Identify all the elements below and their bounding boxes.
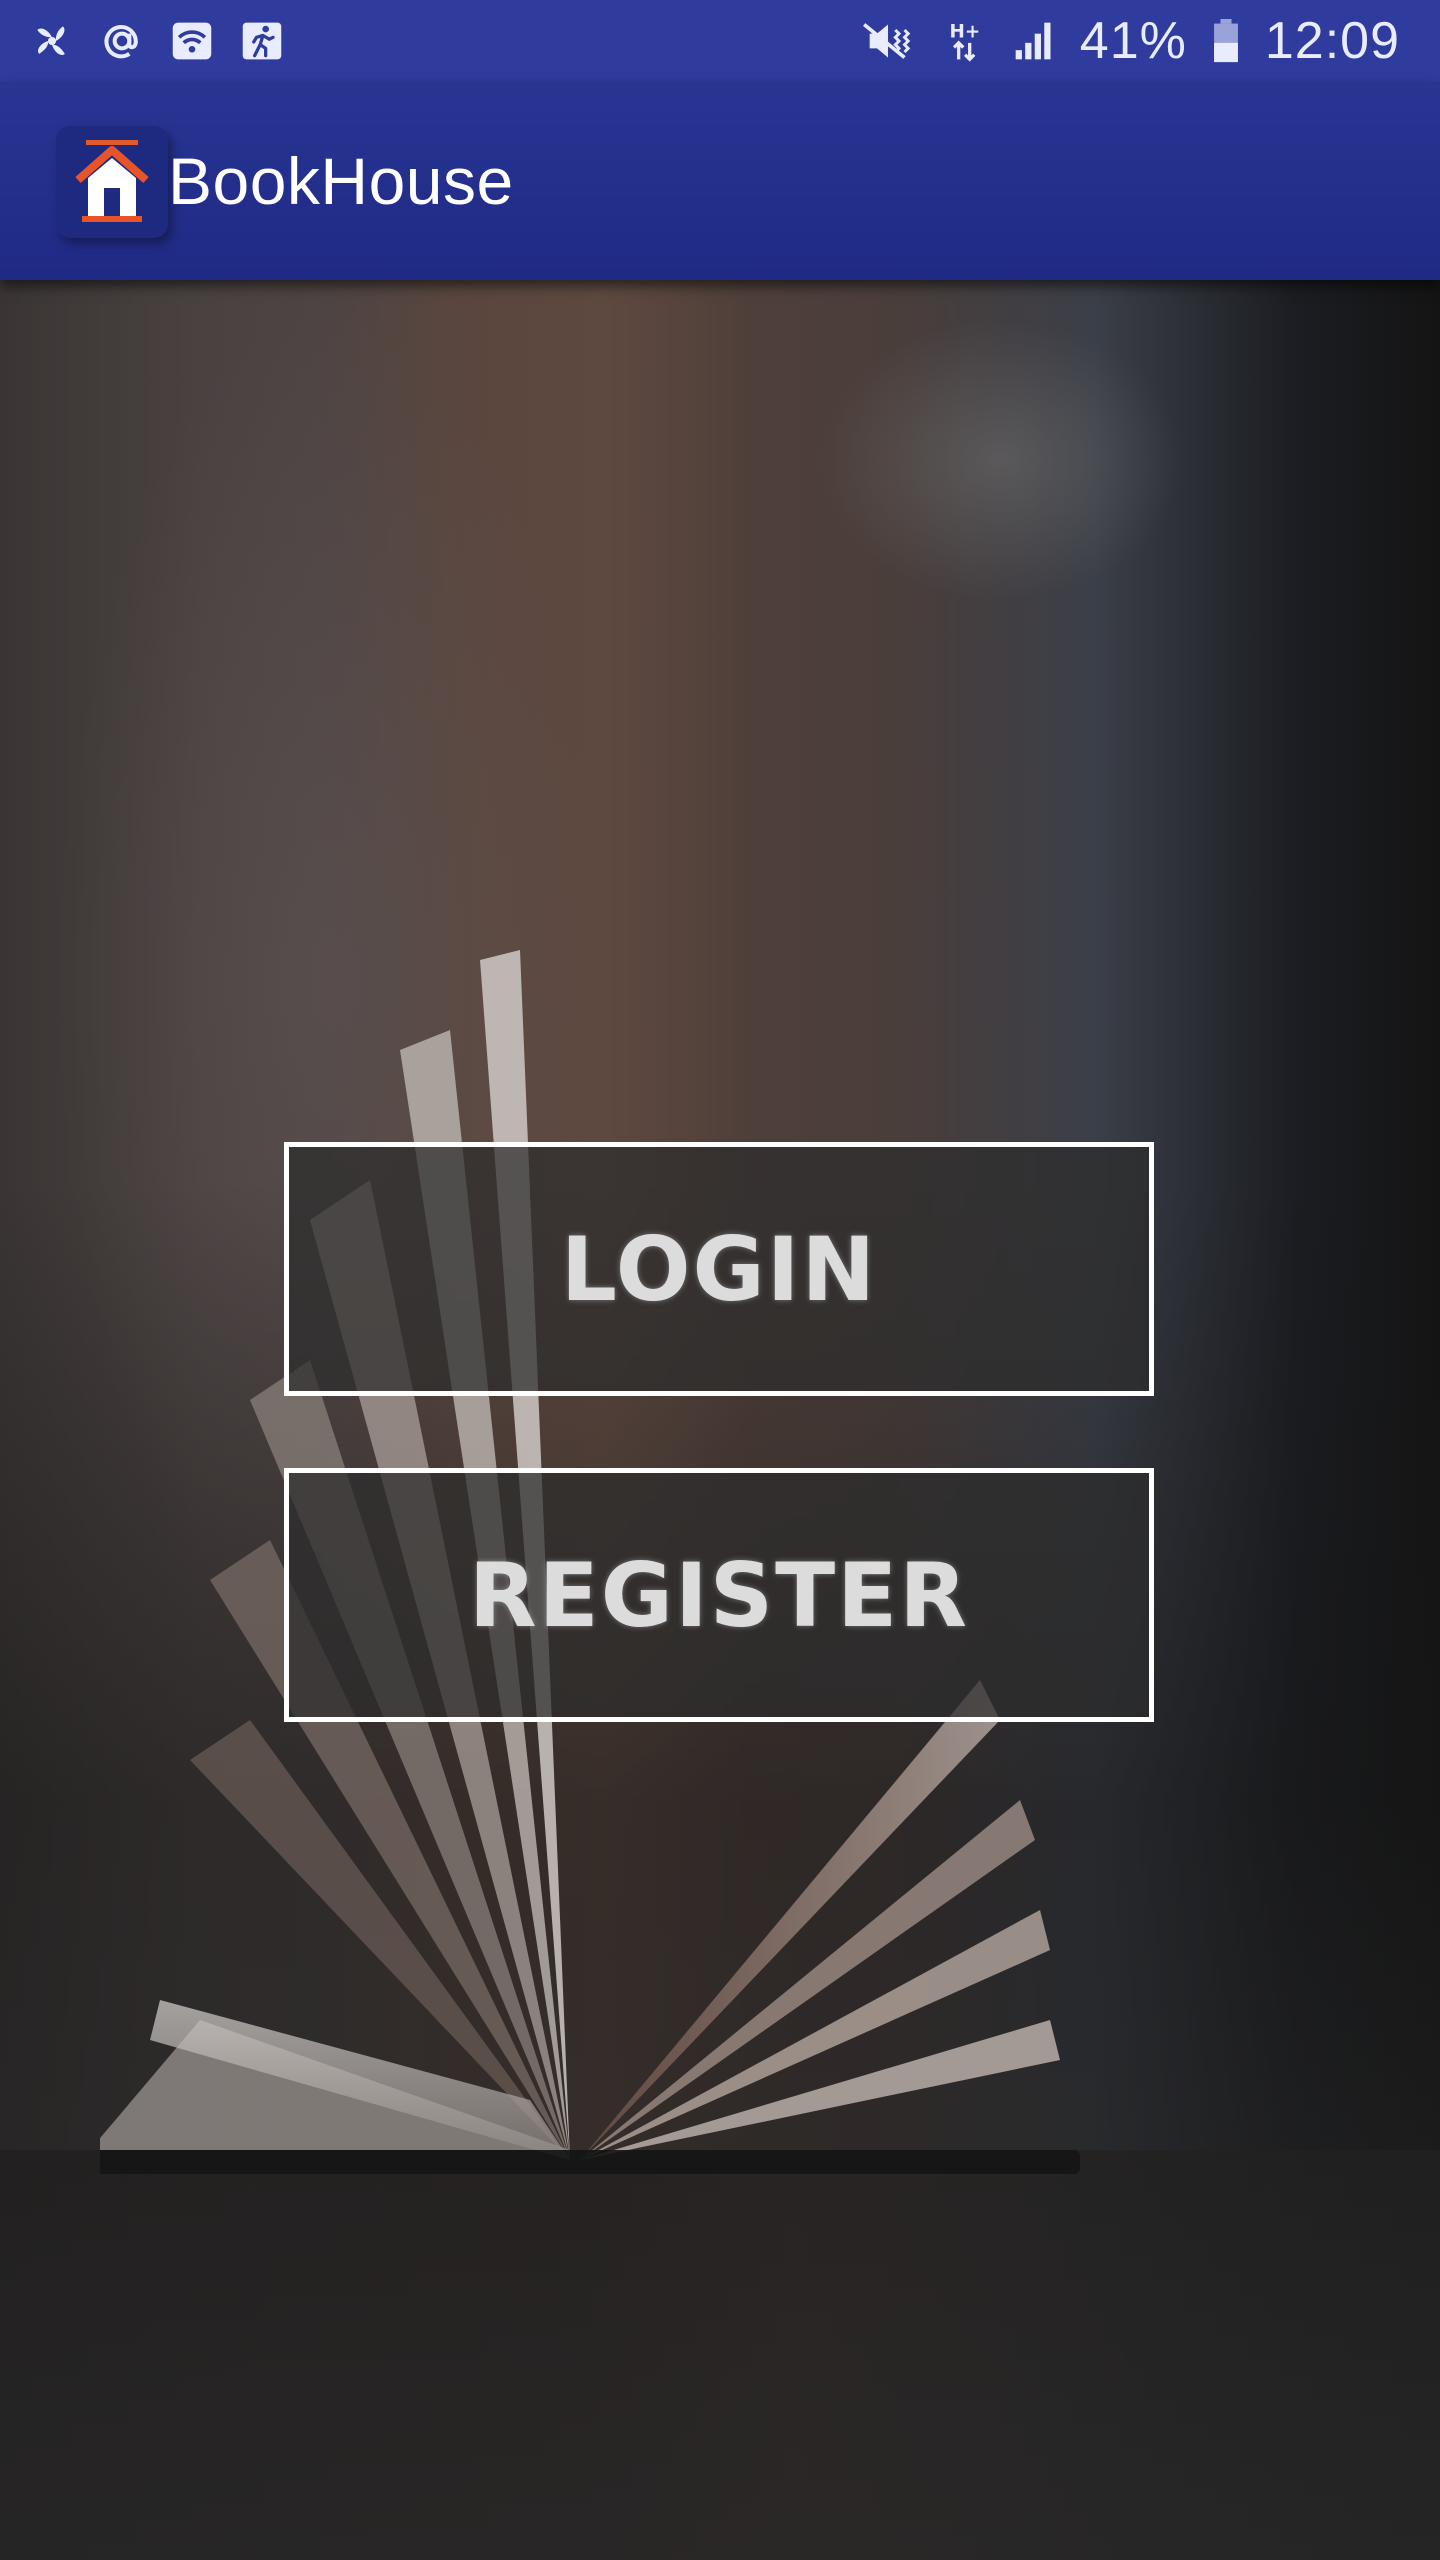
signal-icon: [1012, 19, 1056, 63]
at-sign-icon: [100, 19, 144, 63]
register-button-label: REGISTER: [468, 1543, 970, 1647]
battery-icon: [1211, 19, 1241, 63]
login-button[interactable]: LOGIN: [284, 1142, 1154, 1396]
background-book-photo: [0, 280, 1440, 2560]
fan-icon: [30, 19, 74, 63]
run-icon: [240, 19, 284, 63]
register-button[interactable]: REGISTER: [284, 1468, 1154, 1722]
app-bar: BookHouse: [0, 82, 1440, 280]
status-bar: H+ 41% 12:09: [0, 0, 1440, 82]
screen: H+ 41% 12:09 BookHouse LOGIN REGISTER: [0, 0, 1440, 2560]
wifi-box-icon: [170, 19, 214, 63]
clock: 12:09: [1264, 12, 1400, 70]
login-button-label: LOGIN: [560, 1217, 878, 1321]
status-right-icons: H+ 41% 12:09: [856, 0, 1400, 82]
app-title: BookHouse: [168, 144, 514, 218]
svg-text:H+: H+: [949, 21, 980, 42]
battery-percent: 41%: [1079, 12, 1187, 70]
status-left-icons: [30, 0, 284, 82]
hplus-data-icon: H+: [944, 19, 988, 63]
house-icon: [56, 126, 168, 238]
mute-icon: [856, 19, 920, 63]
